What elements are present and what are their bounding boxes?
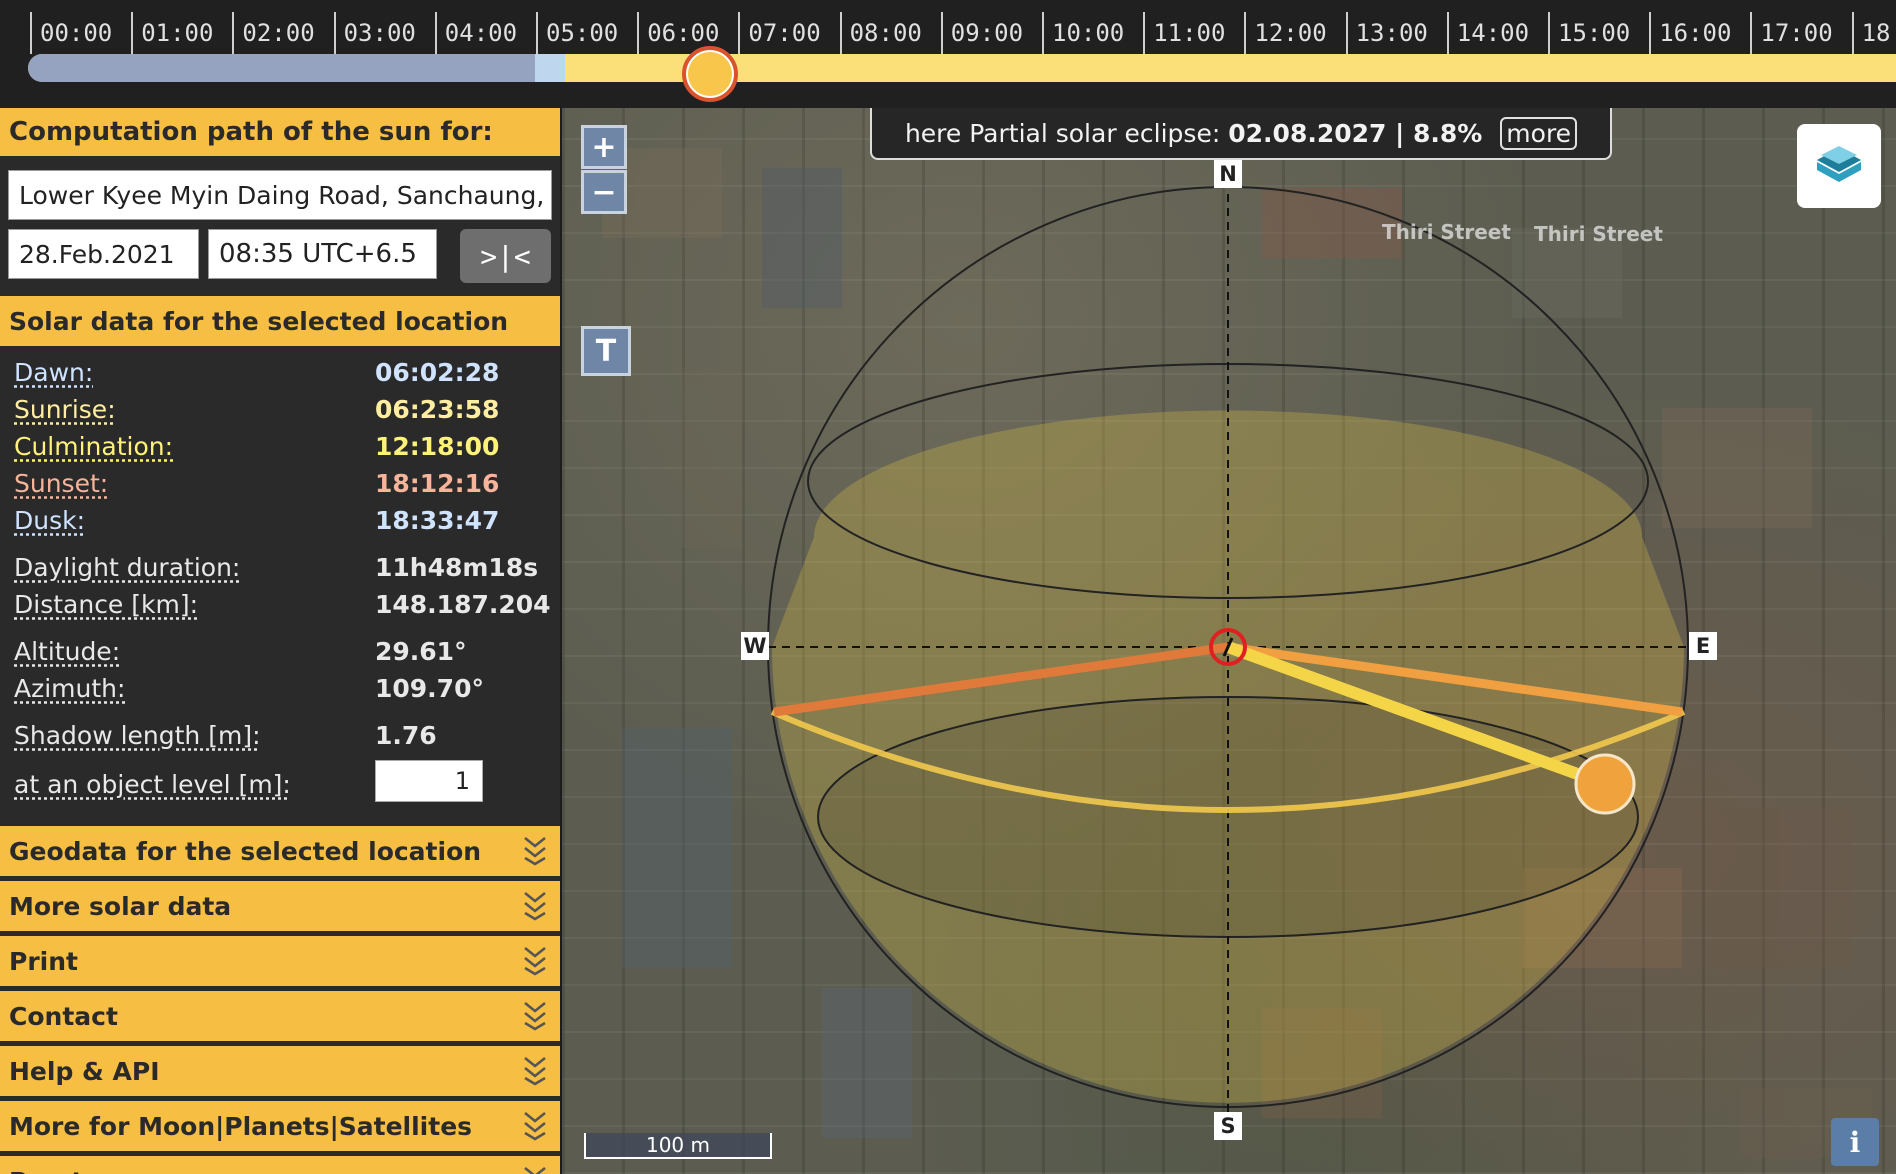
compass-east: E (1689, 632, 1717, 660)
computation-header: Computation path of the sun for: (0, 108, 560, 156)
accordion-label: More solar data (9, 891, 232, 921)
solar-row-label[interactable]: Culmination: (14, 432, 173, 461)
double-chevron-down-icon (524, 947, 546, 976)
solar-row-value: 06:02:28 (375, 358, 500, 387)
layers-button[interactable] (1797, 124, 1881, 208)
solar-row-value: 11h48m18s (375, 553, 539, 582)
solar-row-value: 18:12:16 (375, 469, 500, 498)
compass-south: S (1214, 1112, 1242, 1140)
timeline-tick[interactable]: 15:00 (1548, 12, 1630, 54)
street-label: Thiri Street (1382, 220, 1511, 244)
solar-row-label[interactable]: Daylight duration: (14, 553, 240, 582)
twilight-segment (535, 54, 565, 82)
timeline-tick[interactable]: 13:00 (1345, 12, 1428, 54)
solar-row-label[interactable]: Dusk: (14, 506, 85, 535)
solar-row-label[interactable]: Azimuth: (14, 674, 125, 703)
accordion-6[interactable]: Pract (0, 1156, 560, 1174)
accordion-label: Help & API (9, 1056, 160, 1086)
solar-row-label[interactable]: Dawn: (14, 358, 93, 387)
accordion-label: Contact (9, 1001, 118, 1031)
timeline-tick[interactable]: 04:00 (434, 12, 517, 54)
zoom-in-button[interactable]: + (581, 125, 627, 169)
zoom-out-button[interactable]: − (581, 170, 627, 214)
solar-row-value: 18:33:47 (375, 506, 500, 535)
eclipse-more-link[interactable]: more (1500, 116, 1578, 150)
sidebar: Computation path of the sun for: Lower K… (0, 108, 560, 1174)
time-input[interactable]: 08:35 UTC+6.5 (208, 229, 437, 279)
timeline-tick[interactable]: 10:00 (1042, 12, 1124, 54)
eclipse-notice: here Partial solar eclipse: 02.08.2027 |… (870, 108, 1612, 160)
layers-icon (1817, 146, 1861, 182)
eclipse-prefix: here Partial solar eclipse: (904, 118, 1221, 148)
solar-row-value: 109.70° (375, 674, 484, 703)
solar-row-value: 148.187.204 (375, 590, 551, 619)
solar-row-value: 29.61° (375, 637, 467, 666)
timeline-tick[interactable]: 02:00 (232, 12, 315, 54)
info-button[interactable]: i (1831, 1118, 1879, 1166)
object-level-input[interactable]: 1 (375, 760, 483, 802)
timeline-tick[interactable]: 16:00 (1649, 12, 1731, 54)
accordion-4[interactable]: Help & API (0, 1046, 560, 1096)
double-chevron-down-icon (524, 1057, 546, 1086)
timeline[interactable]: 00:00 01:00 02:00 03:00 04:00 05:00 06:00 07:00… (0, 0, 1896, 108)
map-scale-bar: 100 m (584, 1133, 772, 1159)
accordion-label: Print (9, 946, 78, 976)
accordion-0[interactable]: Geodata for the selected location (0, 826, 560, 876)
timeline-tick[interactable]: 18 (1851, 12, 1891, 54)
double-chevron-down-icon (524, 1002, 546, 1031)
timeline-tick[interactable]: 08:00 (839, 12, 922, 54)
accordion-label: Pract (9, 1167, 83, 1174)
tool-t-button[interactable]: T (581, 326, 631, 376)
timeline-tick[interactable]: 01:00 (131, 12, 213, 54)
date-input[interactable]: 28.Feb.2021 (8, 229, 199, 279)
accordion-label: More for Moon|Planets|Satellites (9, 1111, 473, 1141)
double-chevron-down-icon (524, 1112, 546, 1141)
solar-row-value: 06:23:58 (375, 395, 500, 424)
solar-row-value: 1.76 (375, 721, 437, 750)
timeline-tick[interactable]: 09:00 (940, 12, 1023, 54)
timeline-tick[interactable]: 14:00 (1446, 12, 1529, 54)
solar-row-label[interactable]: Sunset: (14, 469, 108, 498)
solar-row-label[interactable]: at an object level [m]: (14, 770, 291, 799)
street-label: Thiri Street (1534, 222, 1663, 246)
eclipse-value: 02.08.2027 | 8.8% (1228, 118, 1483, 148)
solar-data-header: Solar data for the selected location (0, 296, 560, 346)
double-chevron-down-icon (524, 1167, 546, 1174)
accordion-5[interactable]: More for Moon|Planets|Satellites (0, 1101, 560, 1151)
accordion-1[interactable]: More solar data (0, 881, 560, 931)
compass-north: N (1214, 160, 1242, 188)
double-chevron-down-icon (524, 837, 546, 866)
accordion-3[interactable]: Contact (0, 991, 560, 1041)
accordion-label: Geodata for the selected location (9, 836, 482, 866)
timeline-tick[interactable]: 05:00 (536, 12, 618, 54)
double-chevron-down-icon (524, 892, 546, 921)
accordion-2[interactable]: Print (0, 936, 560, 986)
satellite-map[interactable]: Thiri Street Thiri Street N S E W + − T (562, 108, 1896, 1174)
timeline-tick[interactable]: 17:00 (1750, 12, 1833, 54)
solar-row-label[interactable]: Shadow length [m]: (14, 721, 261, 750)
night-segment (28, 54, 535, 82)
timeline-tick[interactable]: 03:00 (333, 12, 416, 54)
time-slider-handle[interactable] (682, 46, 739, 102)
solar-row-value: 12:18:00 (375, 432, 500, 461)
timeline-tick[interactable]: 07:00 (738, 12, 821, 54)
timeline-tick[interactable]: 00:00 (30, 12, 112, 54)
solar-row-label[interactable]: Altitude: (14, 637, 120, 666)
solar-row-label[interactable]: Sunrise: (14, 395, 116, 424)
timeline-track[interactable] (28, 54, 1896, 82)
location-input[interactable]: Lower Kyee Myin Daing Road, Sanchaung, Y… (8, 170, 552, 220)
compass-west: W (741, 632, 769, 660)
sun-position-marker[interactable] (1574, 753, 1636, 815)
reset-time-button[interactable]: >|< (460, 229, 551, 283)
solar-row-label[interactable]: Distance [km]: (14, 590, 198, 619)
timeline-tick[interactable]: 11:00 (1143, 12, 1225, 54)
timeline-tick[interactable]: 12:00 (1244, 12, 1327, 54)
